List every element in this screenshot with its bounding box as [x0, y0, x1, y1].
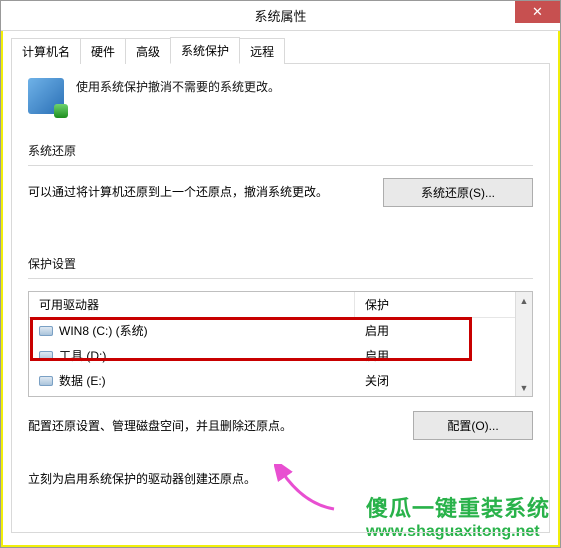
drive-listbox: 可用驱动器 保护 WIN8 (C:) (系统) 启用 工具 (D:) 启用	[28, 291, 533, 397]
scrollbar[interactable]: ▲ ▼	[515, 292, 532, 396]
configure-description: 配置还原设置、管理磁盘空间，并且删除还原点。	[28, 417, 393, 434]
system-restore-button[interactable]: 系统还原(S)...	[383, 178, 533, 207]
tab-remote[interactable]: 远程	[239, 38, 285, 64]
section-title-protection: 保护设置	[28, 255, 533, 272]
column-header-status[interactable]: 保护	[355, 292, 515, 317]
drive-icon	[39, 376, 53, 386]
drive-row[interactable]: 工具 (D:) 启用	[29, 343, 515, 368]
close-icon: ✕	[532, 4, 543, 20]
tab-hardware[interactable]: 硬件	[80, 38, 126, 64]
create-restore-point-description: 立刻为启用系统保护的驱动器创建还原点。	[28, 470, 533, 487]
drive-row[interactable]: WIN8 (C:) (系统) 启用	[29, 318, 515, 343]
tab-computer-name[interactable]: 计算机名	[11, 38, 81, 64]
drive-list-header: 可用驱动器 保护	[29, 292, 515, 318]
section-title-restore: 系统还原	[28, 142, 533, 159]
tab-bar: 计算机名 硬件 高级 系统保护 远程	[11, 37, 550, 63]
drive-name: 数据 (E:)	[59, 372, 106, 389]
intro-text: 使用系统保护撤消不需要的系统更改。	[76, 78, 280, 95]
system-properties-window: 系统属性 ✕ 计算机名 硬件 高级 系统保护 远程 使用系统保护撤消不需要的系统…	[0, 0, 561, 548]
drive-icon	[39, 326, 53, 336]
drive-row[interactable]: 数据 (E:) 关闭	[29, 368, 515, 393]
system-protection-panel: 使用系统保护撤消不需要的系统更改。 系统还原 可以通过将计算机还原到上一个还原点…	[11, 63, 550, 533]
content-area: 计算机名 硬件 高级 系统保护 远程 使用系统保护撤消不需要的系统更改。 系统还…	[1, 31, 560, 547]
drive-row[interactable]: 影音 (F:) 关闭	[29, 393, 515, 396]
tab-system-protection[interactable]: 系统保护	[170, 37, 240, 64]
drive-status: 关闭	[355, 370, 515, 391]
configure-button[interactable]: 配置(O)...	[413, 411, 533, 440]
drive-icon	[39, 351, 53, 361]
window-title: 系统属性	[254, 6, 306, 25]
close-button[interactable]: ✕	[515, 1, 560, 23]
drive-name: 工具 (D:)	[59, 347, 106, 364]
restore-description: 可以通过将计算机还原到上一个还原点，撤消系统更改。	[28, 183, 328, 202]
column-header-drive[interactable]: 可用驱动器	[29, 292, 355, 317]
drive-status: 启用	[355, 345, 515, 366]
scroll-down-arrow-icon[interactable]: ▼	[516, 379, 532, 396]
drive-name: WIN8 (C:) (系统)	[59, 322, 148, 339]
system-protection-icon	[28, 78, 64, 114]
divider	[28, 165, 533, 166]
drive-status: 启用	[355, 320, 515, 341]
scroll-up-arrow-icon[interactable]: ▲	[516, 292, 532, 309]
titlebar: 系统属性 ✕	[1, 1, 560, 31]
divider	[28, 278, 533, 279]
tab-advanced[interactable]: 高级	[125, 38, 171, 64]
drive-status: 关闭	[355, 395, 515, 396]
